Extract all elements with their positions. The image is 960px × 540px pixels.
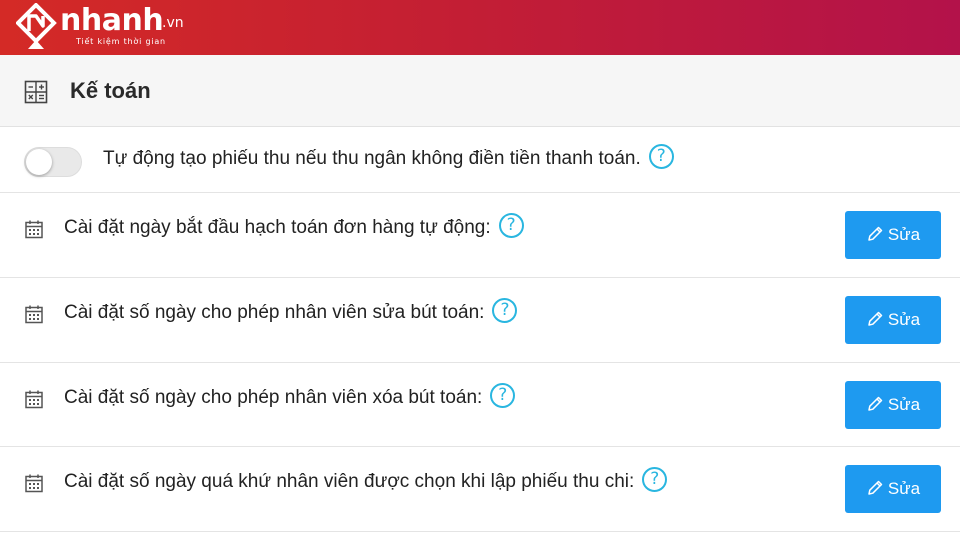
edit-button[interactable]: Sửa [845,211,941,259]
calendar-icon [25,220,43,239]
edit-button-label: Sửa [887,395,921,414]
setting-label-text: Cài đặt số ngày cho phép nhân viên xóa b… [64,387,483,408]
help-icon[interactable]: ? [642,467,668,493]
edit-button[interactable]: Sửa [845,296,941,344]
setting-label-text: Cài đặt ngày bắt đầu hạch toán đơn hàng … [64,217,491,238]
section-header: Kế toán [0,55,960,127]
setting-row-edit-entry-days: Cài đặt số ngày cho phép nhân viên sửa b… [0,278,960,363]
setting-row-delete-entry-days: Cài đặt số ngày cho phép nhân viên xóa b… [0,363,960,447]
setting-label: Cài đặt số ngày cho phép nhân viên xóa b… [64,383,516,412]
logo-mark-icon [16,3,57,49]
setting-row-accounting-start-date: Cài đặt ngày bắt đầu hạch toán đơn hàng … [0,193,960,278]
pencil-icon [868,480,883,495]
setting-label: Cài đặt số ngày cho phép nhân viên sửa b… [64,298,518,327]
auto-receipt-setting-row: Tự động tạo phiếu thu nếu thu ngân không… [0,127,960,193]
pencil-icon [868,311,883,326]
auto-receipt-label-text: Tự động tạo phiếu thu nếu thu ngân không… [103,148,641,169]
help-icon[interactable]: ? [490,383,516,409]
auto-receipt-label: Tự động tạo phiếu thu nếu thu ngân không… [103,144,674,173]
edit-button-label: Sửa [887,479,921,498]
calendar-icon [25,305,43,324]
pencil-icon [868,396,883,411]
toggle-knob [26,149,52,175]
setting-row-past-days-receipt: Cài đặt số ngày quá khứ nhân viên được c… [0,447,960,532]
brand-name: nhanh [60,3,164,38]
calendar-icon [25,390,43,409]
edit-button[interactable]: Sửa [845,381,941,429]
calendar-icon [25,474,43,493]
edit-button-label: Sửa [887,310,921,329]
help-icon[interactable]: ? [498,213,524,239]
help-icon[interactable]: ? [648,144,674,170]
brand-suffix: .vn [162,15,184,31]
setting-label-text: Cài đặt số ngày cho phép nhân viên sửa b… [64,302,485,323]
setting-label: Cài đặt số ngày quá khứ nhân viên được c… [64,467,668,496]
edit-button-label: Sửa [887,225,921,244]
setting-label-text: Cài đặt số ngày quá khứ nhân viên được c… [64,471,635,492]
help-icon[interactable]: ? [492,298,518,324]
brand-tagline: Tiết kiệm thời gian [76,37,166,46]
pencil-icon [868,226,883,241]
edit-button[interactable]: Sửa [845,465,941,513]
calculator-icon [24,80,48,104]
top-bar: nhanh .vn Tiết kiệm thời gian [0,0,960,55]
auto-receipt-toggle[interactable] [24,147,82,177]
setting-label: Cài đặt ngày bắt đầu hạch toán đơn hàng … [64,213,524,242]
section-title: Kế toán [70,78,151,103]
